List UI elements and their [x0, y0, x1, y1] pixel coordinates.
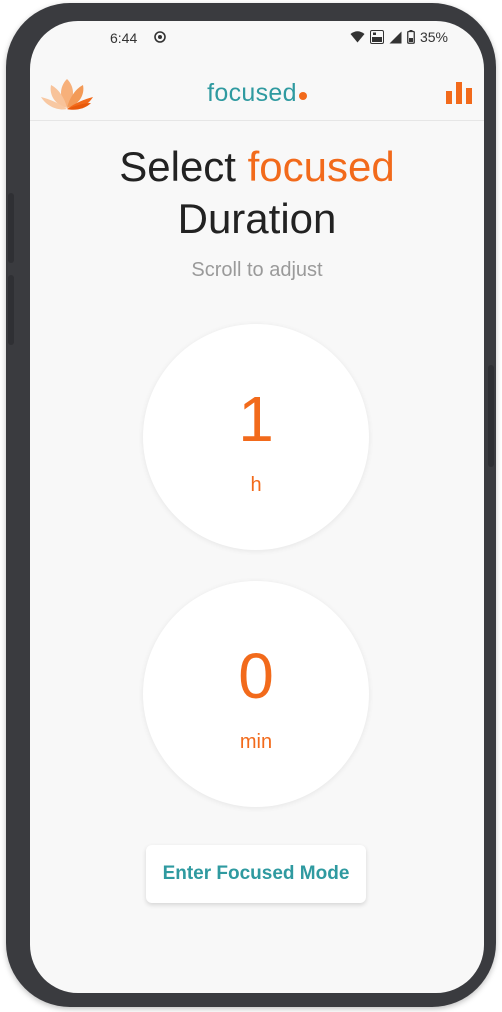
volume-up-key: [8, 193, 14, 263]
signal-icon: [389, 31, 402, 43]
screen: 6:44 35% focused Select focused Duration…: [30, 21, 484, 993]
status-time: 6:44: [110, 30, 138, 46]
status-bar: 6:44 35%: [30, 21, 484, 55]
hours-value: 1: [238, 383, 274, 455]
enter-focused-mode-button[interactable]: Enter Focused Mode: [146, 845, 366, 903]
hours-picker[interactable]: 1 h: [143, 324, 369, 550]
minutes-value: 0: [238, 640, 274, 712]
wifi-icon: [350, 31, 365, 43]
bar-chart-icon[interactable]: [444, 79, 474, 105]
hours-unit: h: [250, 474, 262, 496]
app-bar: focused: [30, 65, 484, 121]
battery-icon: [407, 30, 415, 44]
brand-dot: [298, 92, 307, 100]
minutes-picker[interactable]: 0 min: [143, 581, 369, 807]
app-title: focused: [30, 79, 484, 108]
volume-down-key: [8, 275, 14, 345]
status-icons: 35%: [350, 29, 448, 45]
battery-percentage: 35%: [419, 29, 448, 45]
app-notification-icon: [154, 31, 166, 43]
page-title: Select focused Duration: [30, 141, 484, 245]
scroll-hint: Scroll to adjust: [191, 259, 323, 281]
volte-icon: [369, 30, 384, 44]
minutes-unit: min: [239, 731, 273, 753]
phone-frame: 6:44 35% focused Select focused Duration…: [6, 3, 496, 1007]
brand-name: focused: [207, 79, 297, 107]
title-accent: focused: [247, 143, 395, 190]
title-line2: Duration: [177, 195, 337, 242]
power-key: [488, 365, 494, 467]
title-prefix: Select: [119, 143, 236, 190]
